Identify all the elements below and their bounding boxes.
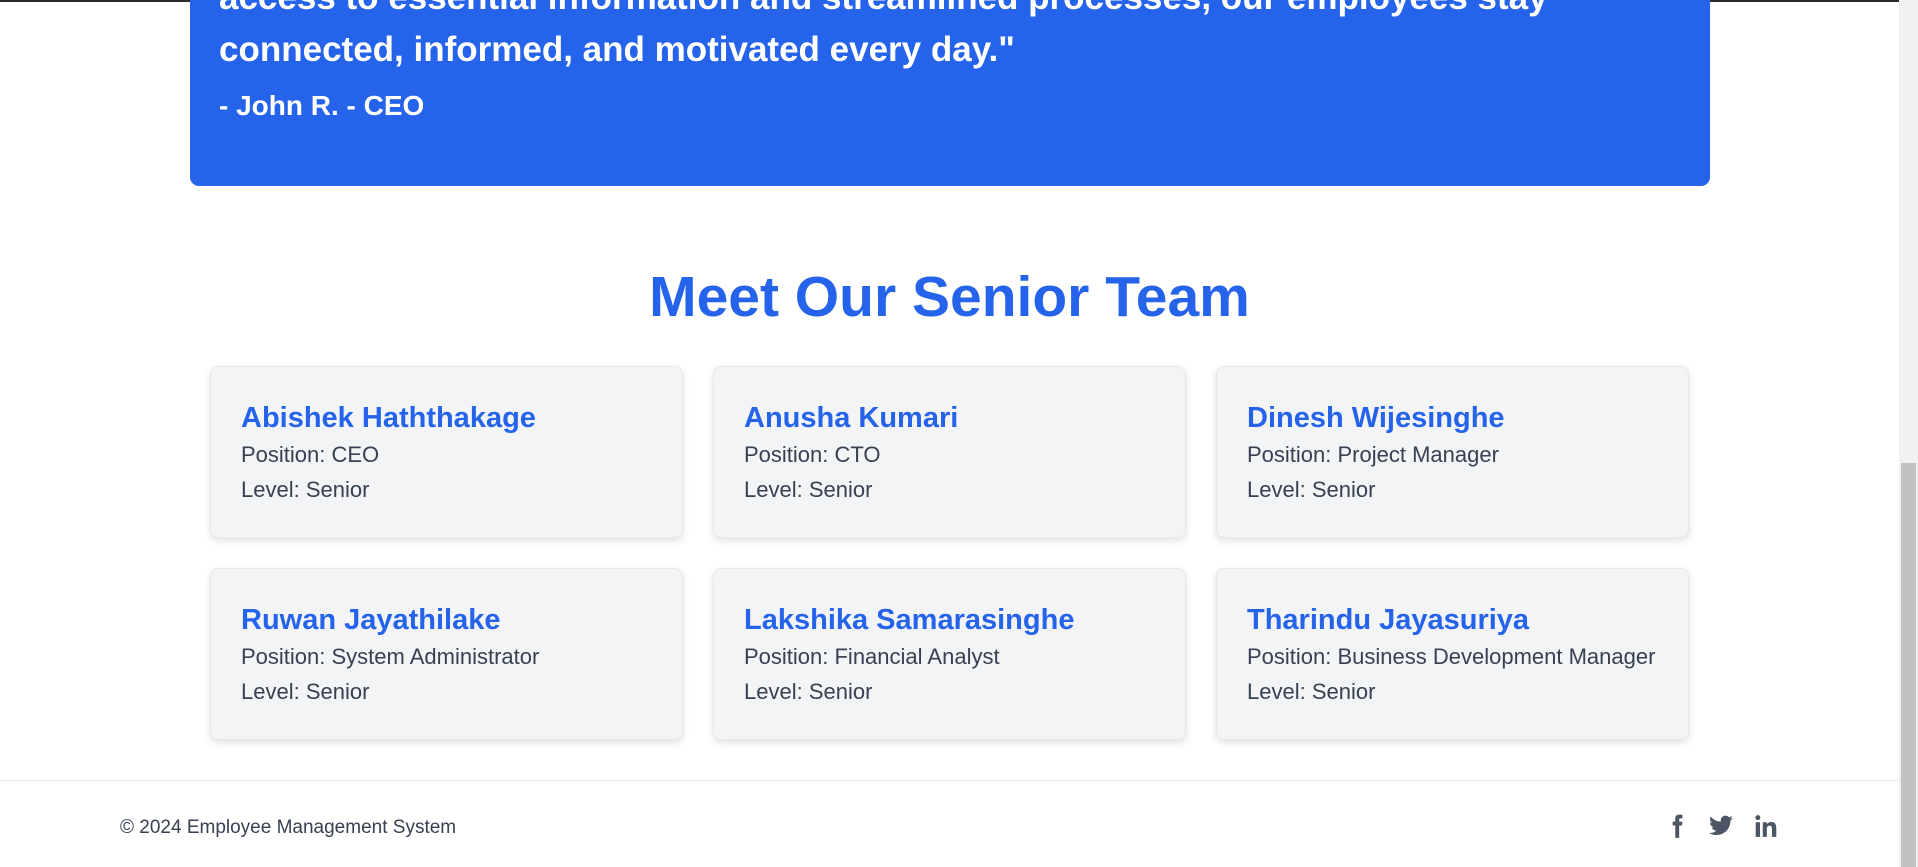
member-name: Lakshika Samarasinghe: [744, 604, 1075, 636]
member-position: Position: Financial Analyst: [744, 644, 1000, 669]
member-card: Anusha Kumari Position: CTO Level: Senio…: [713, 366, 1186, 538]
quote-text: access to essential information and stre…: [219, 0, 1548, 69]
scrollbar-thumb[interactable]: [1901, 463, 1916, 867]
member-card: Tharindu Jayasuriya Position: Business D…: [1216, 568, 1689, 740]
member-name: Tharindu Jayasuriya: [1247, 604, 1530, 636]
member-level: Level: Senior: [1247, 679, 1376, 704]
member-level: Level: Senior: [744, 477, 873, 502]
member-position: Position: CTO: [744, 442, 881, 467]
team-grid: Abishek Haththakage Position: CEO Level:…: [210, 366, 1690, 740]
page: access to essential information and stre…: [0, 0, 1918, 867]
facebook-icon[interactable]: [1662, 811, 1692, 841]
member-card: Abishek Haththakage Position: CEO Level:…: [210, 366, 683, 538]
member-card: Lakshika Samarasinghe Position: Financia…: [713, 568, 1186, 740]
member-level: Level: Senior: [1247, 477, 1376, 502]
member-name: Dinesh Wijesinghe: [1247, 402, 1505, 434]
footer-copyright: © 2024 Employee Management System: [120, 817, 457, 838]
member-name: Anusha Kumari: [744, 402, 959, 434]
linkedin-icon[interactable]: [1751, 811, 1781, 841]
footer: © 2024 Employee Management System: [0, 780, 1899, 867]
twitter-icon[interactable]: [1706, 811, 1736, 841]
member-position: Position: Business Development Manager: [1247, 644, 1656, 669]
member-position: Position: System Administrator: [241, 644, 540, 669]
quote-author: - John R. - CEO: [219, 90, 425, 121]
member-card: Dinesh Wijesinghe Position: Project Mana…: [1216, 366, 1689, 538]
member-card: Ruwan Jayathilake Position: System Admin…: [210, 568, 683, 740]
section-title: Meet Our Senior Team: [649, 265, 1250, 329]
member-name: Abishek Haththakage: [241, 402, 536, 434]
member-level: Level: Senior: [744, 679, 873, 704]
member-position: Position: Project Manager: [1247, 442, 1499, 467]
member-position: Position: CEO: [241, 442, 380, 467]
member-level: Level: Senior: [241, 679, 370, 704]
member-level: Level: Senior: [241, 477, 370, 502]
member-name: Ruwan Jayathilake: [241, 604, 501, 636]
